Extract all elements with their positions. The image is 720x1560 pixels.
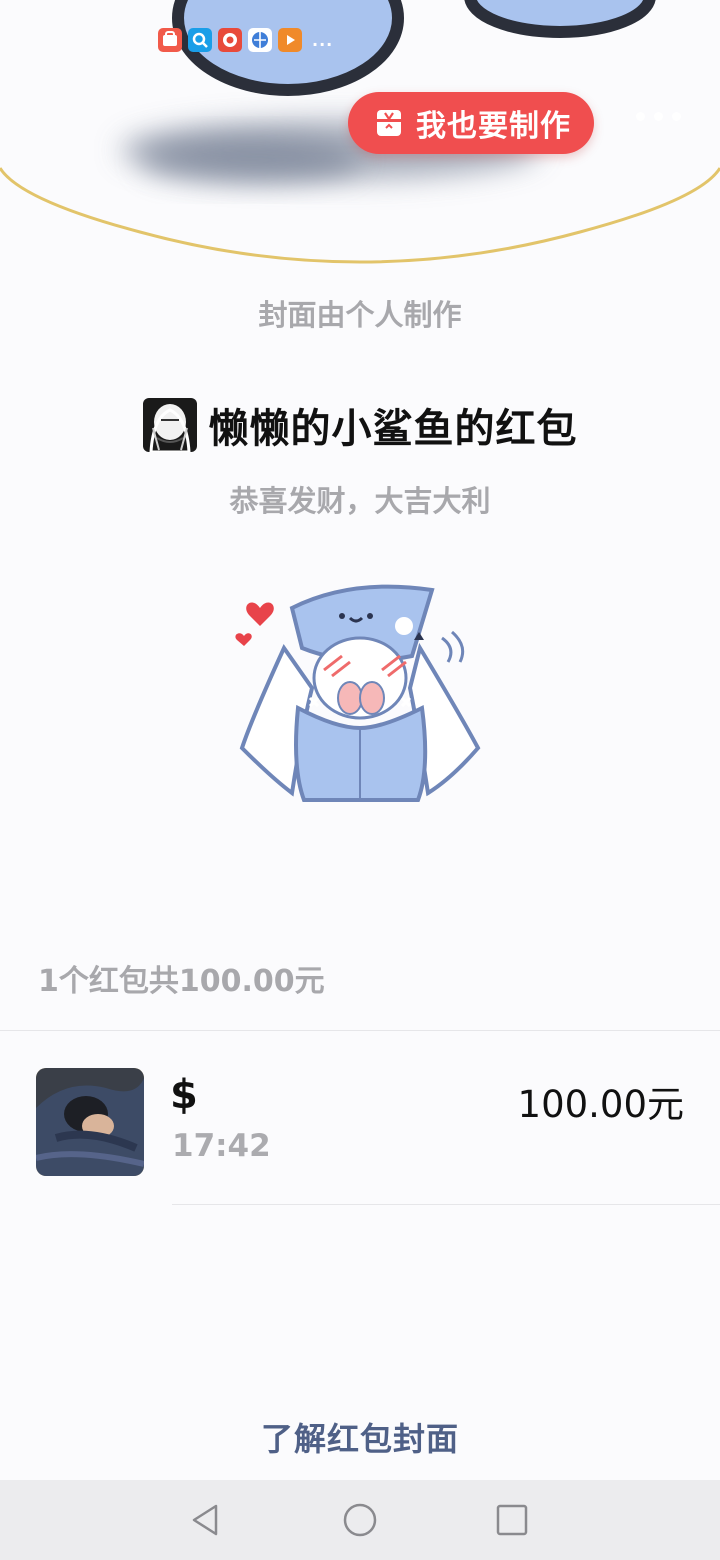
receive-time: 17:42 bbox=[172, 1128, 271, 1164]
home-icon[interactable] bbox=[340, 1500, 380, 1540]
sender-avatar[interactable] bbox=[142, 398, 197, 452]
make-cover-button[interactable]: 我也要制作 bbox=[348, 92, 594, 154]
recipient-avatar[interactable] bbox=[36, 1068, 144, 1176]
learn-cover-link[interactable]: 了解红包封面 bbox=[0, 1414, 720, 1460]
recent-apps-icon[interactable] bbox=[492, 1500, 532, 1540]
shopping-app-icon bbox=[158, 28, 182, 52]
cover-image: ... 我也要制作 bbox=[0, 0, 720, 272]
cover-credit-text: 封面由个人制作 bbox=[258, 298, 462, 332]
system-navigation-bar bbox=[0, 1480, 720, 1560]
status-bar-app-icons: ... bbox=[158, 28, 333, 52]
sticker-image bbox=[235, 584, 481, 802]
make-cover-button-label: 我也要制作 bbox=[416, 109, 571, 144]
status-more-indicator: ... bbox=[312, 30, 334, 50]
network-app-icon bbox=[248, 28, 272, 52]
video-app-icon bbox=[278, 28, 302, 52]
search-app-icon bbox=[188, 28, 212, 52]
greeting-text: 恭喜发财，大吉大利 bbox=[229, 484, 491, 518]
received-amount: 100.00元 bbox=[517, 1083, 684, 1126]
recipient-name: $ bbox=[170, 1072, 198, 1118]
divider bbox=[172, 1204, 720, 1205]
red-packet-detail-screen: ... 我也要制作 封面由个人制作 懒懒的小鲨鱼的红包 恭喜发财，大吉大利 1个… bbox=[0, 0, 720, 1560]
gift-envelope-icon bbox=[377, 110, 401, 136]
record-row[interactable]: $ 17:42 100.00元 bbox=[0, 1030, 720, 1204]
sender-header: 懒懒的小鲨鱼的红包 bbox=[0, 396, 720, 454]
more-options-icon[interactable] bbox=[636, 112, 681, 121]
back-icon[interactable] bbox=[186, 1500, 226, 1540]
packet-summary: 1个红包共100.00元 bbox=[38, 964, 325, 999]
browser-app-icon bbox=[218, 28, 242, 52]
sender-title: 懒懒的小鲨鱼的红包 bbox=[208, 406, 578, 452]
